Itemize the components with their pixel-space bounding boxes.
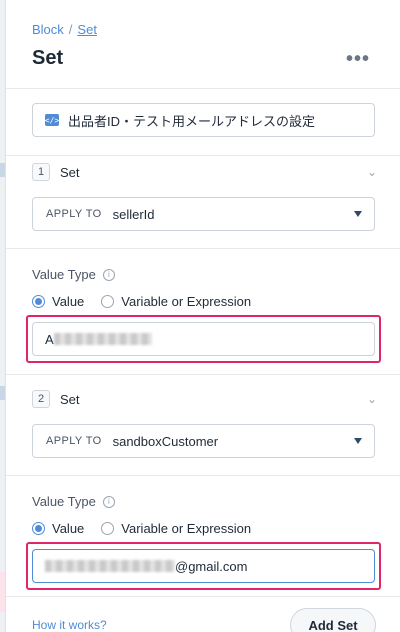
apply-to-label: APPLY TO (46, 208, 102, 220)
chevron-down-icon[interactable]: ⌄ (367, 165, 377, 179)
divider (6, 88, 400, 89)
radio-option-variable[interactable]: Variable or Expression (101, 521, 251, 536)
divider (6, 596, 400, 597)
radio-option-variable[interactable]: Variable or Expression (101, 294, 251, 309)
divider (6, 374, 400, 375)
value-input-suffix: @gmail.com (175, 558, 248, 574)
radio-option-value[interactable]: Value (32, 521, 84, 536)
breadcrumb-current-link[interactable]: Set (77, 22, 97, 37)
block-comment-field[interactable]: </> 出品者ID・テスト用メールアドレスの設定 (32, 103, 375, 137)
edge-marker (0, 386, 5, 400)
add-set-button[interactable]: Add Set (290, 608, 376, 632)
redacted-value (45, 560, 175, 572)
step-2-header[interactable]: 2 Set ⌄ (32, 389, 377, 409)
radio-selected-icon[interactable] (32, 522, 45, 535)
value-type-text: Value Type (32, 267, 96, 282)
radio-label: Variable or Expression (121, 521, 252, 536)
step-number-badge: 2 (32, 390, 50, 408)
apply-to-value: sellerId (112, 206, 155, 222)
divider (6, 248, 400, 249)
breadcrumb-parent-link[interactable]: Block (32, 22, 64, 37)
more-options-icon[interactable]: ••• (346, 48, 370, 71)
value-type-label-2: Value Type i (32, 494, 115, 509)
step-label: Set (60, 391, 80, 407)
value-input-prefix: A (45, 331, 54, 347)
radio-label: Value (52, 294, 85, 309)
value-input-2[interactable]: @gmail.com (32, 549, 375, 583)
radio-unselected-icon[interactable] (101, 295, 115, 308)
code-icon: </> (44, 114, 60, 126)
value-input-1[interactable]: A (32, 322, 375, 356)
step-number-badge: 1 (32, 163, 50, 181)
chevron-down-icon[interactable]: ⌄ (367, 392, 377, 406)
how-it-works-link[interactable]: How it works? (32, 618, 107, 632)
step-1-header[interactable]: 1 Set ⌄ (32, 162, 377, 182)
radio-label: Value (52, 521, 85, 536)
page-title: Set (32, 47, 64, 69)
value-type-radios-1: Value Variable or Expression (32, 294, 268, 309)
step-label: Set (60, 164, 80, 180)
block-comment-text: 出品者ID・テスト用メールアドレスの設定 (68, 113, 316, 129)
apply-to-value: sandboxCustomer (112, 433, 219, 449)
breadcrumb: Block / Set (32, 22, 97, 37)
divider (6, 155, 400, 156)
value-type-radios-2: Value Variable or Expression (32, 521, 268, 536)
set-panel: Block / Set Set ••• </> 出品者ID・テスト用メールアドレスの… (6, 0, 400, 632)
apply-to-select-2[interactable]: APPLY TO sandboxCustomer (32, 424, 375, 458)
divider (6, 475, 400, 476)
info-icon[interactable]: i (102, 495, 115, 508)
edge-marker (0, 163, 5, 177)
breadcrumb-separator: / (68, 22, 73, 37)
radio-label: Variable or Expression (121, 294, 252, 309)
radio-option-value[interactable]: Value (32, 294, 84, 309)
redacted-value (53, 333, 152, 345)
radio-selected-icon[interactable] (32, 295, 45, 308)
info-icon[interactable]: i (102, 268, 115, 281)
radio-unselected-icon[interactable] (101, 522, 115, 535)
value-type-label-1: Value Type i (32, 267, 115, 282)
caret-down-icon (354, 438, 362, 444)
apply-to-label: APPLY TO (46, 435, 102, 447)
value-type-text: Value Type (32, 494, 96, 509)
edge-highlight (0, 572, 5, 612)
caret-down-icon (354, 211, 362, 217)
apply-to-select-1[interactable]: APPLY TO sellerId (32, 197, 375, 231)
